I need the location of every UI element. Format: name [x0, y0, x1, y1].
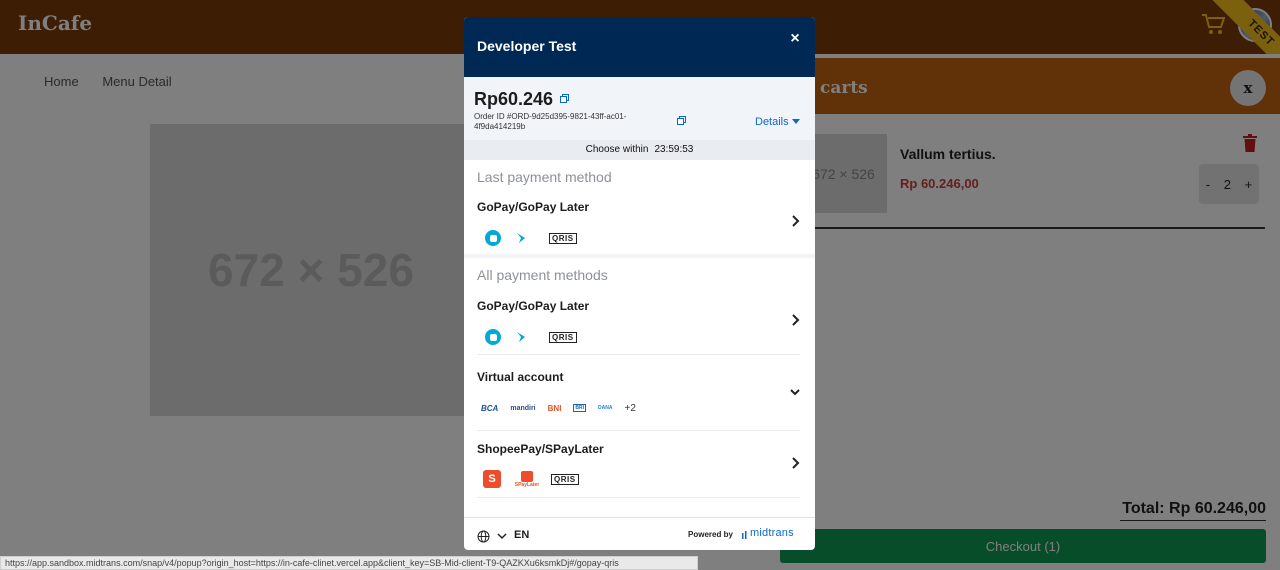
mandiri-logo-icon: mandiri	[510, 404, 536, 412]
section-separator	[464, 254, 815, 258]
countdown-bar: Choose within 23:59:53	[464, 140, 815, 160]
details-label: Details	[755, 116, 789, 128]
gopay-logo-icon	[485, 329, 501, 345]
method-logos: QRIS	[477, 228, 577, 248]
modal-header: Developer Test ×	[464, 17, 815, 77]
last-method-gopay[interactable]: GoPay/GoPay Later QRIS	[477, 200, 800, 250]
countdown-timer: 23:59:53	[654, 144, 694, 155]
bca-logo-icon: BCA	[481, 403, 499, 413]
method-label: ShopeePay/SPayLater	[477, 442, 604, 456]
payment-modal: Developer Test × Rp60.246 Order ID #ORD-…	[464, 17, 815, 550]
spaylater-logo-text: SPayLater	[514, 481, 540, 488]
gopay-later-logo-icon	[517, 233, 525, 243]
all-payment-title: All payment methods	[477, 267, 608, 283]
more-banks-count: +2	[624, 402, 636, 414]
dana-logo-icon: DANA	[598, 405, 613, 411]
method-logos: QRIS	[477, 327, 577, 347]
method-label: GoPay/GoPay Later	[477, 299, 590, 313]
copy-icon[interactable]	[677, 116, 686, 125]
chevron-down-icon[interactable]	[497, 531, 507, 541]
qris-logo-icon: QRIS	[551, 473, 579, 485]
globe-icon[interactable]	[477, 530, 490, 543]
qris-logo-icon: QRIS	[549, 232, 577, 244]
chevron-down-icon	[790, 389, 800, 396]
method-divider	[477, 497, 800, 498]
method-virtual-account[interactable]: Virtual account BCA mandiri BNI BRI DANA…	[477, 370, 800, 420]
order-id: Order ID #ORD-9d25d395-9821-43ff-ac01-4f…	[474, 112, 627, 131]
method-label: GoPay/GoPay Later	[477, 200, 590, 214]
order-amount: Rp60.246	[474, 89, 554, 109]
midtrans-logo: midtrans	[750, 527, 794, 539]
gopay-logo-icon	[485, 230, 501, 246]
method-logos: S SPayLater QRIS	[477, 469, 579, 489]
shopeepay-logo-icon: S	[483, 470, 501, 488]
language-selector[interactable]: EN	[514, 529, 529, 541]
details-toggle[interactable]: Details	[755, 116, 800, 128]
merchant-name: Developer Test	[477, 38, 577, 54]
browser-status-bar: https://app.sandbox.midtrans.com/snap/v4…	[0, 556, 698, 570]
method-divider	[477, 354, 800, 355]
chevron-right-icon	[792, 457, 800, 469]
method-shopeepay[interactable]: ShopeePay/SPayLater S SPayLater QRIS	[477, 442, 800, 492]
method-gopay[interactable]: GoPay/GoPay Later QRIS	[477, 299, 800, 349]
qris-logo-icon: QRIS	[549, 331, 577, 343]
modal-close-button[interactable]: ×	[785, 29, 805, 49]
powered-by-label: Powered by	[688, 530, 733, 539]
spaylater-logo-icon: SPayLater	[514, 470, 540, 488]
chevron-right-icon	[792, 215, 800, 227]
countdown-label: Choose within	[585, 144, 649, 155]
method-divider	[477, 430, 800, 431]
last-payment-title: Last payment method	[477, 169, 612, 185]
midtrans-mark-icon	[742, 531, 747, 539]
order-summary: Rp60.246 Order ID #ORD-9d25d395-9821-43f…	[464, 77, 815, 140]
bank-logos: BCA mandiri BNI BRI DANA +2	[481, 398, 648, 418]
modal-footer: EN Powered by midtrans	[464, 517, 815, 550]
bni-logo-icon: BNI	[547, 403, 562, 413]
chevron-right-icon	[792, 314, 800, 326]
copy-icon[interactable]	[560, 94, 569, 103]
bri-logo-icon: BRI	[573, 404, 587, 412]
method-label: Virtual account	[477, 370, 564, 384]
gopay-later-logo-icon	[517, 332, 525, 342]
caret-down-icon	[791, 119, 800, 124]
